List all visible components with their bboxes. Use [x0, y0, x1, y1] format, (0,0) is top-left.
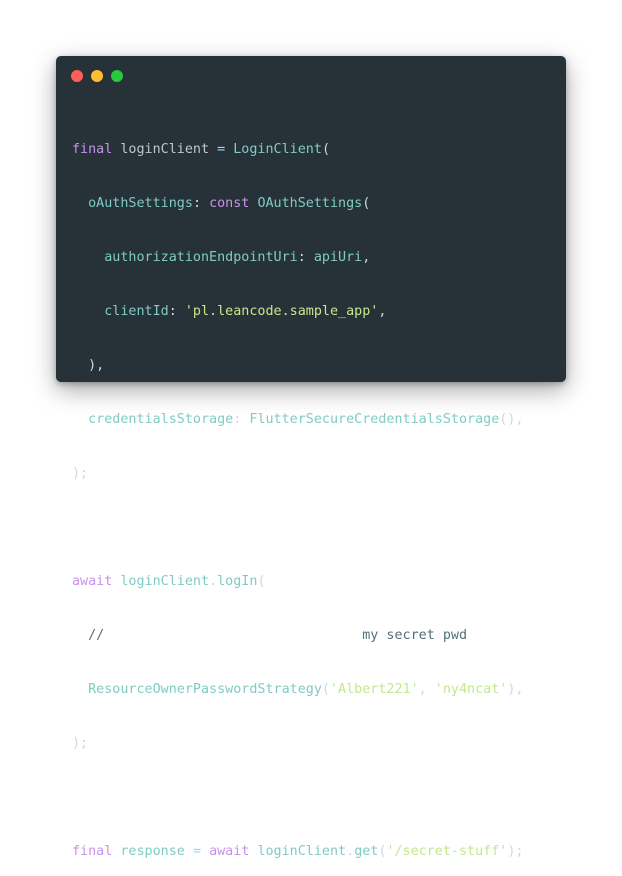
token-comment: // my secret pwd — [88, 628, 468, 643]
token-punctuation: ( — [378, 844, 387, 859]
token-punctuation: : — [297, 250, 306, 265]
token-punctuation: (), — [499, 412, 524, 427]
maximize-dot-icon[interactable] — [111, 70, 123, 82]
token-operator: = — [192, 844, 201, 859]
code-line-7: ); — [72, 465, 524, 483]
token-property: oAuthSettings — [88, 196, 193, 211]
code-line-1: final loginClient = LoginClient( — [72, 141, 524, 159]
token-property: authorizationEndpointUri — [104, 250, 298, 265]
code-line-6: credentialsStorage: FlutterSecureCredent… — [72, 411, 524, 429]
token-punctuation: , — [418, 682, 435, 697]
token-punctuation: ( — [321, 682, 330, 697]
token-punctuation: ); — [72, 466, 89, 481]
token-punctuation: ( — [257, 574, 266, 589]
code-line-14: final response = await loginClient.get('… — [72, 843, 524, 861]
token-variable: response — [120, 844, 185, 859]
token-identifier: loginClient — [120, 574, 210, 589]
code-line-4: clientId: 'pl.leancode.sample_app', — [72, 303, 524, 321]
token-punctuation: : — [192, 196, 201, 211]
code-line-10: // my secret pwd — [72, 627, 524, 645]
token-class: ResourceOwnerPasswordStrategy — [88, 682, 322, 697]
token-variable: loginClient — [120, 142, 210, 157]
token-punctuation: , — [362, 250, 371, 265]
token-keyword: await — [72, 574, 113, 589]
code-line-3: authorizationEndpointUri: apiUri, — [72, 249, 524, 267]
token-identifier: apiUri — [313, 250, 363, 265]
token-punctuation: . — [346, 844, 355, 859]
close-dot-icon[interactable] — [71, 70, 83, 82]
minimize-dot-icon[interactable] — [91, 70, 103, 82]
code-line-9: await loginClient.logIn( — [72, 573, 524, 591]
code-block: final loginClient = LoginClient( oAuthSe… — [72, 105, 524, 876]
token-punctuation: ); — [507, 844, 524, 859]
token-keyword: const — [209, 196, 250, 211]
token-operator: = — [217, 142, 226, 157]
token-keyword: final — [72, 844, 113, 859]
token-string: '/secret-stuff' — [386, 844, 508, 859]
token-punctuation: : — [233, 412, 242, 427]
token-property: clientId — [104, 304, 169, 319]
token-class: LoginClient — [233, 142, 322, 157]
code-line-2: oAuthSettings: const OAuthSettings( — [72, 195, 524, 213]
token-punctuation: ), — [88, 358, 105, 373]
token-class: FlutterSecureCredentialsStorage — [249, 412, 500, 427]
token-keyword: await — [209, 844, 250, 859]
code-window: final loginClient = LoginClient( oAuthSe… — [56, 56, 566, 859]
code-line-11: ResourceOwnerPasswordStrategy('Albert221… — [72, 681, 524, 699]
token-punctuation: . — [209, 574, 218, 589]
window-controls — [71, 70, 123, 82]
token-punctuation: ), — [507, 682, 524, 697]
token-string: 'Albert221' — [329, 682, 419, 697]
token-keyword: final — [72, 142, 113, 157]
token-punctuation: ); — [72, 736, 89, 751]
token-punctuation: , — [378, 304, 387, 319]
token-function: logIn — [217, 574, 258, 589]
token-class: OAuthSettings — [257, 196, 363, 211]
token-function: get — [354, 844, 379, 859]
token-string: 'pl.leancode.sample_app' — [184, 304, 379, 319]
token-punctuation: : — [168, 304, 177, 319]
token-string: 'ny4ncat' — [434, 682, 508, 697]
token-punctuation: ( — [321, 142, 330, 157]
token-identifier: loginClient — [257, 844, 347, 859]
code-line-12: ); — [72, 735, 524, 753]
code-line-5: ), — [72, 357, 524, 375]
token-property: credentialsStorage — [88, 412, 234, 427]
token-punctuation: ( — [362, 196, 371, 211]
